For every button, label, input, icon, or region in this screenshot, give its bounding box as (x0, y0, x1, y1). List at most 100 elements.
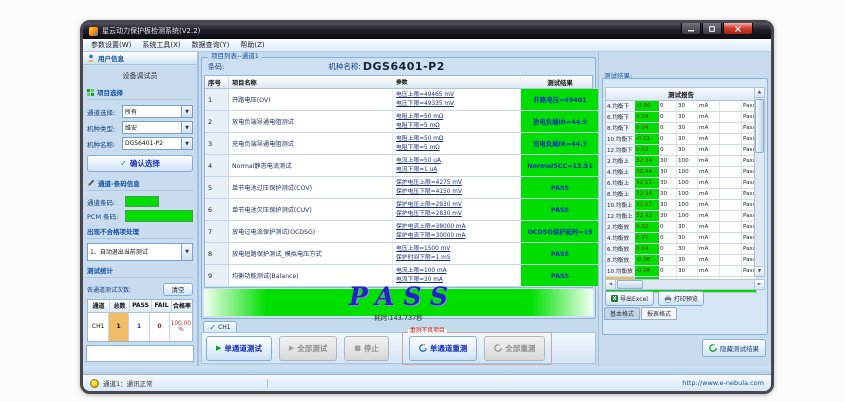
model-name-label: 机种名称: (87, 139, 122, 149)
printer-icon (664, 295, 672, 303)
print-preview-button[interactable]: 打印预览 (658, 291, 704, 306)
chevron-down-icon[interactable]: ▼ (181, 122, 192, 133)
confirm-selection-button[interactable]: ✓ 确认选择 (87, 155, 193, 172)
param-upper: 电压上限=49465 mV (396, 91, 520, 100)
status-url: http://www.e-nebula.com (682, 379, 764, 387)
vertical-scrollbar[interactable]: ▲ ▼ (754, 87, 765, 277)
report-row-min: 30 (659, 178, 677, 188)
report-row-spacer (720, 233, 742, 243)
pcm-barcode-input[interactable] (125, 210, 193, 222)
all-test-button[interactable]: ▶ 全部测试 (279, 336, 337, 361)
clear-button[interactable]: 清空 (163, 283, 193, 296)
fail-handling-select[interactable]: 1、自动退出当前测试 ▼ (87, 243, 193, 261)
report-row[interactable]: 12.均衡下 0.02 0 30 mA Pass (606, 145, 756, 156)
report-row[interactable]: 8.均衡下 0.04 0 30 mA Pass (606, 123, 756, 134)
table-row[interactable]: 5 单节电池过压保护测试(COV) 保护电压上限=4275 mV 保护电压下限=… (205, 177, 592, 199)
project-list-title: 项目列表--通道1 (208, 53, 262, 60)
report-row-unit: mA (698, 211, 720, 221)
scroll-down-icon[interactable]: ▼ (755, 266, 764, 276)
tab-report-format[interactable]: 报表格式 (641, 307, 677, 320)
minimize-icon (688, 26, 694, 32)
menu-item[interactable]: 系统工具(X) (142, 40, 180, 50)
stop-button[interactable]: ■ 停止 (344, 336, 389, 361)
title-bar[interactable]: 星云动力保护板检测系统(V2.2) (83, 23, 771, 39)
sidebar-empty-listbox[interactable] (86, 345, 194, 363)
all-retry-button[interactable]: 全部重测 (484, 336, 545, 361)
test-count-label: 各通道测试次数: (87, 285, 163, 294)
export-excel-button[interactable]: X 导出Excel (605, 291, 654, 306)
scroll-right-icon[interactable]: ► (754, 280, 764, 289)
report-row[interactable]: 10.均衡放 -0.06 0 30 mA Pass (606, 266, 756, 277)
tab-basic-format[interactable]: 基本格式 (604, 307, 640, 320)
single-channel-test-button[interactable]: ▶ 单通道测试 (206, 336, 272, 361)
scroll-left-icon[interactable]: ◄ (606, 280, 616, 289)
channel-select[interactable]: 所有 ▼ (122, 105, 193, 118)
menu-item[interactable]: 数据查询(Y) (192, 40, 230, 50)
vertical-scroll-thumb[interactable] (755, 99, 764, 153)
single-channel-retry-button[interactable]: 单通道重测 (409, 336, 478, 361)
channel-barcode-input[interactable] (125, 196, 159, 207)
pass-banner: PASS 耗时:143.737秒 (204, 289, 593, 316)
param-upper: 保护电压上限=2930 mV (396, 201, 520, 210)
horizontal-scroll-thumb[interactable] (617, 280, 643, 289)
report-row[interactable]: 2.均衡上 32.34 30 100 mA Pass (606, 156, 756, 167)
table-row[interactable]: 2 放电负端导通电阻测试 电阻上限=50 mΩ 电阻下限=5 mΩ 放电负端IR… (205, 111, 592, 133)
menu-item[interactable]: 参数设置(W) (91, 40, 131, 50)
report-row[interactable]: 10.均衡下 -0.01 0 30 mA Pass (606, 134, 756, 145)
table-row[interactable]: 6 单节电池欠压保护测试(CUV) 保护电压上限=2930 mV 保护电压下限=… (205, 199, 592, 221)
report-row-min: 30 (659, 200, 677, 210)
tab-ch1[interactable]: ✓ CH1 (203, 321, 237, 332)
format-tabs: 基本格式 报表格式 (604, 307, 678, 320)
stats-fail: 0 (150, 313, 169, 341)
report-row-max: 30 (677, 101, 698, 111)
play-icon: ▶ (289, 344, 294, 352)
chevron-down-icon[interactable]: ▼ (181, 106, 192, 117)
scroll-up-icon[interactable]: ▲ (755, 88, 764, 98)
table-row[interactable]: 7 放电过电流保护测试(OCDSG) 保护电流上限=38000 mA 保护电流下… (205, 221, 592, 243)
report-row-value: -0.08 (635, 255, 659, 265)
report-rows: 4.均衡下 -0.06 0 30 mA Pass (606, 101, 756, 288)
maximize-button[interactable] (702, 23, 722, 35)
report-row-spacer (720, 156, 742, 166)
report-row-value: 0.04 (635, 123, 659, 133)
model-type-select[interactable]: 维安 ▼ (122, 121, 193, 134)
report-row[interactable]: 12.均衡上 32.42 30 100 mA Pass (606, 211, 756, 222)
report-row[interactable]: 10.均衡上 32.57 30 100 mA Pass (606, 200, 756, 211)
report-row-max: 30 (677, 244, 698, 254)
report-row[interactable]: 8.均衡上 32.44 30 100 mA Pass (606, 189, 756, 200)
item-name: 放电短路保护测试_模拟电压方式 (229, 243, 393, 264)
menu-item[interactable]: 帮助(Z) (240, 40, 264, 50)
horizontal-scrollbar[interactable]: ◄ ► (605, 279, 765, 290)
report-row[interactable]: 8.均衡放 -0.08 0 30 mA Pass (606, 255, 756, 266)
result-cell: PASS (521, 243, 600, 264)
chevron-down-icon[interactable]: ▼ (181, 244, 192, 260)
param-upper: 电阻上限=50 mΩ (396, 113, 520, 122)
report-row[interactable]: 4.均衡下 -0.06 0 30 mA Pass (606, 101, 756, 112)
report-row-max: 30 (677, 123, 698, 133)
report-row[interactable]: 4.均衡放 0.07 0 30 mA Pass (606, 233, 756, 244)
report-row-max: 30 (677, 134, 698, 144)
report-row-value: -0.06 (635, 266, 659, 276)
table-row[interactable]: 8 放电短路保护测试_模拟电压方式 电压上限=1500 mV 保护时间下限=1 … (205, 243, 592, 265)
model-name-select[interactable]: DGS6401-P2 ▼ (122, 137, 193, 150)
report-row-label: 4.均衡下 (606, 101, 635, 111)
desktop-background: 星云动力保护板检测系统(V2.2) 参数设置(W) 系统工具(X) 数据查询(Y) 帮… (0, 0, 845, 402)
report-row[interactable]: 2.均衡放 0.02 0 30 mA Pass (606, 222, 756, 233)
hide-results-button[interactable]: 隐藏测试结果 (702, 339, 766, 357)
chevron-down-icon[interactable]: ▼ (181, 138, 192, 149)
close-button[interactable] (723, 23, 753, 35)
report-row-value: -0.06 (635, 101, 659, 111)
report-row[interactable]: 6.均衡上 32.51 30 100 mA Pass (606, 178, 756, 189)
table-row[interactable]: 3 充电负端导通电阻测试 电阻上限=50 mΩ 电阻下限=5 mΩ 充电负端IR… (205, 133, 592, 155)
minimize-button[interactable] (681, 23, 701, 35)
report-row-label: 6.均衡上 (606, 178, 635, 188)
table-row[interactable]: 1 开路电压(OV) 电压上限=49465 mV 电压下限=49335 mV 开… (205, 89, 592, 111)
refresh-icon (494, 344, 502, 352)
report-row[interactable]: 4.均衡上 32.44 30 100 mA Pass (606, 167, 756, 178)
report-row-label: 12.均衡下 (606, 145, 635, 155)
report-row[interactable]: 6.均衡放 0.04 0 30 mA Pass (606, 244, 756, 255)
param-lower: 保护电流下限=30000 mA (396, 232, 520, 241)
table-row[interactable]: 4 Normal静态电流测试 电流上限=50 uA 电流下限=1 uA Norm… (205, 155, 592, 177)
report-row[interactable]: 6.均衡下 0.04 0 30 mA Pass (606, 112, 756, 123)
result-cell: 开路电压=49401 (521, 89, 600, 110)
